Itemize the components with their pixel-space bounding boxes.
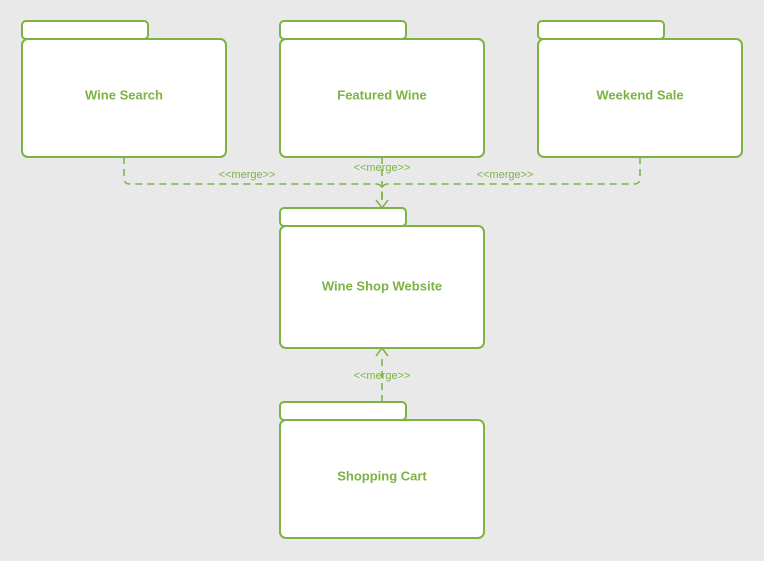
edge-shopping-cart-to-website: <<merge>> bbox=[354, 348, 411, 402]
edge-weekend-sale-to-website: <<merge>> bbox=[382, 157, 640, 202]
arrowhead-down-icon bbox=[376, 200, 388, 208]
package-label: Shopping Cart bbox=[337, 468, 427, 483]
edge-wine-search-to-website: <<merge>> bbox=[124, 157, 382, 202]
edge-label: <<merge>> bbox=[219, 169, 276, 181]
package-label: Featured Wine bbox=[337, 87, 426, 102]
package-label: Wine Shop Website bbox=[322, 278, 442, 293]
edge-label: <<merge>> bbox=[354, 370, 411, 382]
arrowhead-up-icon bbox=[376, 348, 388, 356]
uml-package-diagram: <<merge>> <<merge>> <<merge>> <<merge>> … bbox=[0, 0, 764, 561]
package-shopping-cart[interactable]: Shopping Cart bbox=[280, 402, 484, 538]
package-featured-wine[interactable]: Featured Wine bbox=[280, 21, 484, 157]
package-weekend-sale[interactable]: Weekend Sale bbox=[538, 21, 742, 157]
package-label: Weekend Sale bbox=[596, 87, 683, 102]
package-label: Wine Search bbox=[85, 87, 163, 102]
package-wine-search[interactable]: Wine Search bbox=[22, 21, 226, 157]
package-wine-shop-website[interactable]: Wine Shop Website bbox=[280, 208, 484, 348]
edge-label: <<merge>> bbox=[477, 169, 534, 181]
edge-label: <<merge>> bbox=[354, 162, 411, 174]
